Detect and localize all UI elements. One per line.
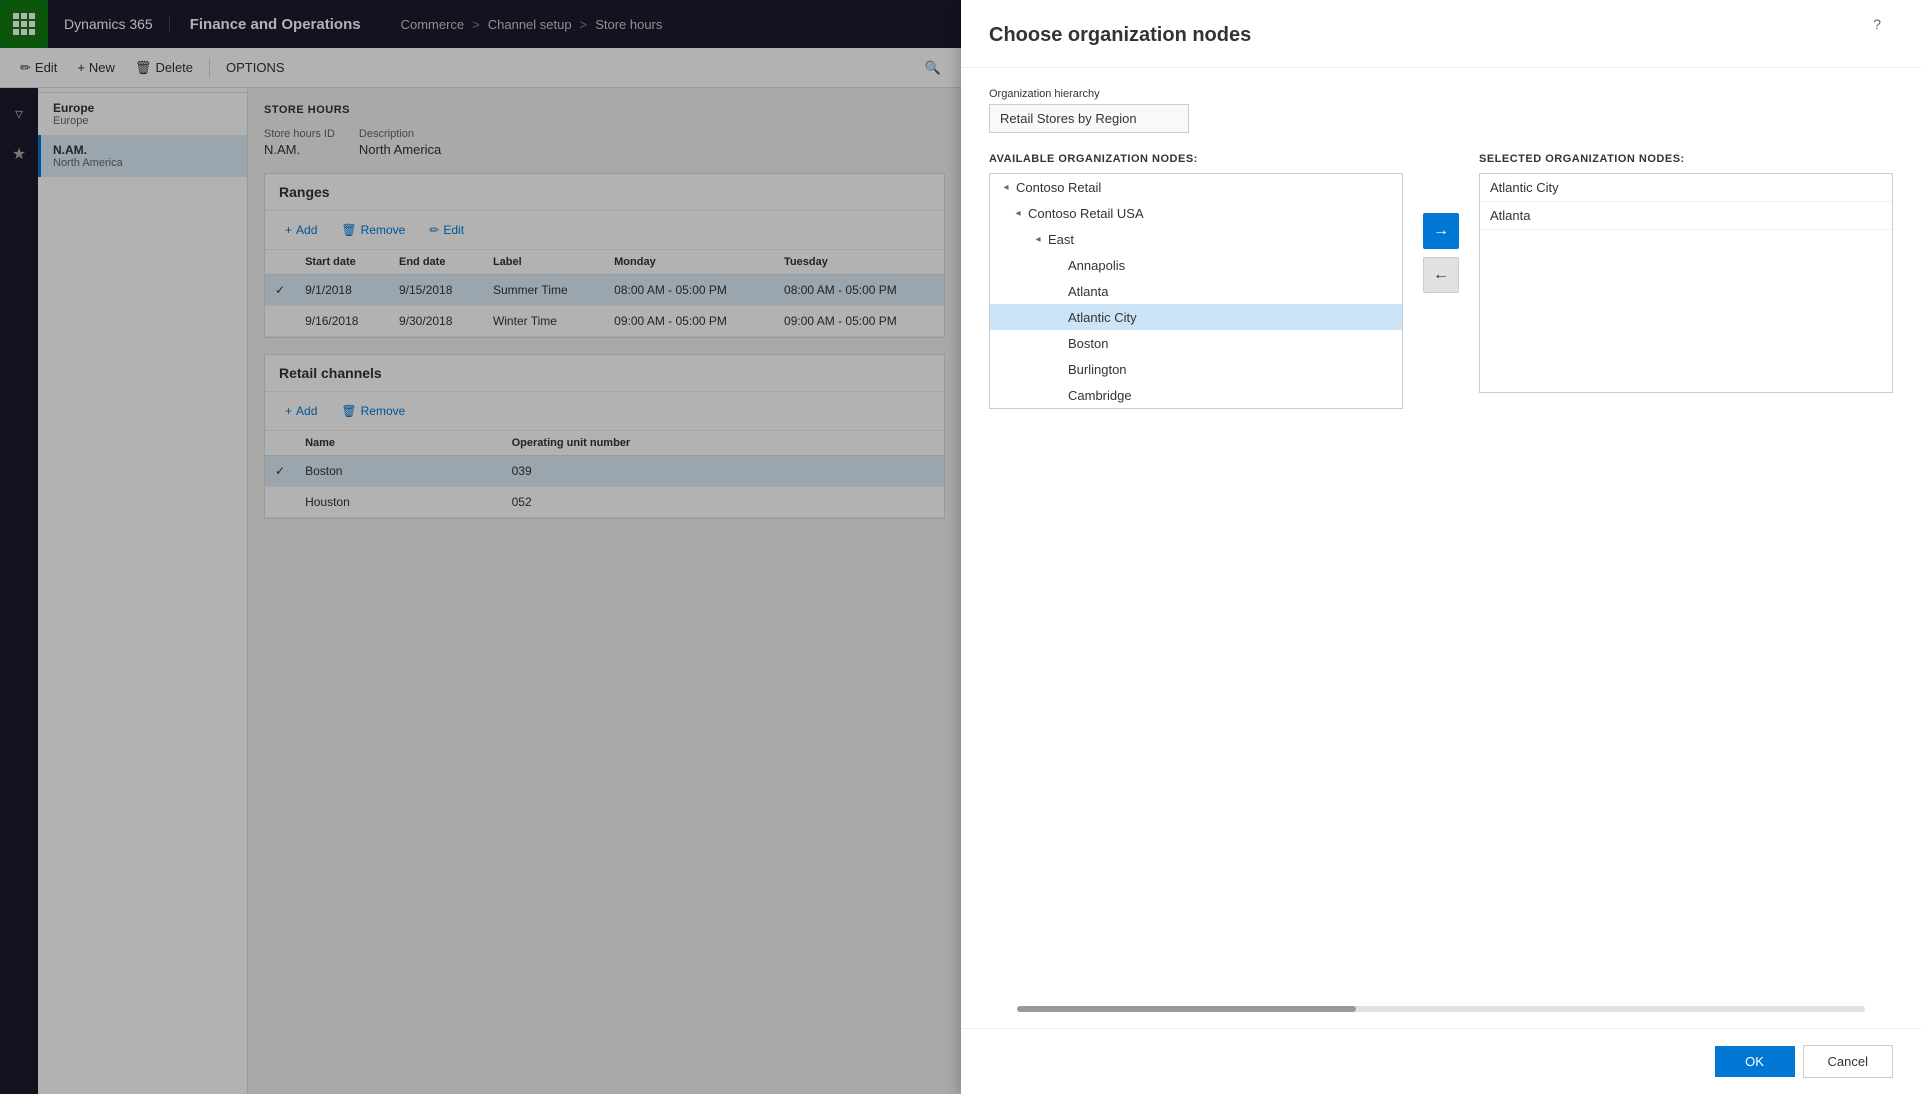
selected-nodes-list: Atlantic City Atlanta <box>1479 173 1893 393</box>
tree-item-boston-tree[interactable]: Boston <box>990 330 1402 356</box>
dialog-overlay: Choose organization nodes ? Organization… <box>0 0 1921 1094</box>
tree-label-east: East <box>1048 232 1074 247</box>
tree-expand-atlantic-city <box>1050 309 1066 325</box>
dialog-body: Organization hierarchy AVAILABLE ORGANIZ… <box>961 68 1921 1006</box>
dialog-title: Choose organization nodes <box>989 24 1893 47</box>
transfer-right-icon: → <box>1433 222 1449 240</box>
tree-label-atlanta: Atlanta <box>1068 284 1108 299</box>
dialog-panel: Choose organization nodes ? Organization… <box>961 0 1921 1094</box>
tree-item-east[interactable]: ◂ East <box>990 226 1402 252</box>
tree-expand-east[interactable]: ◂ <box>1030 231 1046 247</box>
cancel-button[interactable]: Cancel <box>1803 1045 1893 1078</box>
available-nodes-section: AVAILABLE ORGANIZATION NODES: ◂ Contoso … <box>989 153 1403 409</box>
tree-expand-boston <box>1050 335 1066 351</box>
nodes-layout: AVAILABLE ORGANIZATION NODES: ◂ Contoso … <box>989 153 1893 409</box>
tree-item-annapolis[interactable]: Annapolis <box>990 252 1402 278</box>
tree-item-contoso-retail[interactable]: ◂ Contoso Retail <box>990 174 1402 200</box>
transfer-right-button[interactable]: → <box>1423 213 1459 249</box>
dialog-scrollbar-area <box>961 1006 1921 1028</box>
dialog-header: Choose organization nodes ? <box>961 0 1921 68</box>
ok-button[interactable]: OK <box>1715 1046 1795 1077</box>
transfer-left-icon: ← <box>1433 266 1449 284</box>
tree-label-boston: Boston <box>1068 336 1108 351</box>
dialog-scrollbar[interactable] <box>1017 1006 1865 1012</box>
tree-label-atlantic-city: Atlantic City <box>1068 310 1137 325</box>
tree-expand-cambridge <box>1050 387 1066 403</box>
tree-item-burlington[interactable]: Burlington <box>990 356 1402 382</box>
tree-item-atlanta[interactable]: Atlanta <box>990 278 1402 304</box>
transfer-left-button[interactable]: ← <box>1423 257 1459 293</box>
tree-item-contoso-usa[interactable]: ◂ Contoso Retail USA <box>990 200 1402 226</box>
tree-item-atlantic-city[interactable]: Atlantic City <box>990 304 1402 330</box>
available-nodes-title: AVAILABLE ORGANIZATION NODES: <box>989 153 1403 165</box>
tree-label-cambridge: Cambridge <box>1068 388 1132 403</box>
selected-node-atlantic-city[interactable]: Atlantic City <box>1480 174 1892 202</box>
org-hierarchy-input[interactable] <box>989 104 1189 133</box>
tree-expand-burlington <box>1050 361 1066 377</box>
org-hierarchy-section: Organization hierarchy <box>989 88 1893 133</box>
tree-expand-contoso-usa[interactable]: ◂ <box>1010 205 1026 221</box>
selected-nodes-section: SELECTED ORGANIZATION NODES: Atlantic Ci… <box>1479 153 1893 393</box>
selected-nodes-title: SELECTED ORGANIZATION NODES: <box>1479 153 1893 165</box>
tree-expand-atlanta <box>1050 283 1066 299</box>
selected-node-atlanta[interactable]: Atlanta <box>1480 202 1892 230</box>
org-hierarchy-label: Organization hierarchy <box>989 88 1893 100</box>
dialog-help-button[interactable]: ? <box>1873 16 1881 32</box>
dialog-footer: OK Cancel <box>961 1028 1921 1094</box>
tree-expand-contoso[interactable]: ◂ <box>998 179 1014 195</box>
tree-label-contoso-usa: Contoso Retail USA <box>1028 206 1144 221</box>
transfer-buttons: → ← <box>1419 153 1463 293</box>
tree-expand-annapolis <box>1050 257 1066 273</box>
tree-item-cambridge[interactable]: Cambridge <box>990 382 1402 408</box>
dialog-scrollbar-thumb <box>1017 1006 1356 1012</box>
tree-label-contoso-retail: Contoso Retail <box>1016 180 1101 195</box>
available-nodes-list[interactable]: ◂ Contoso Retail ◂ Contoso Retail USA ◂ … <box>989 173 1403 409</box>
tree-label-annapolis: Annapolis <box>1068 258 1125 273</box>
tree-label-burlington: Burlington <box>1068 362 1127 377</box>
